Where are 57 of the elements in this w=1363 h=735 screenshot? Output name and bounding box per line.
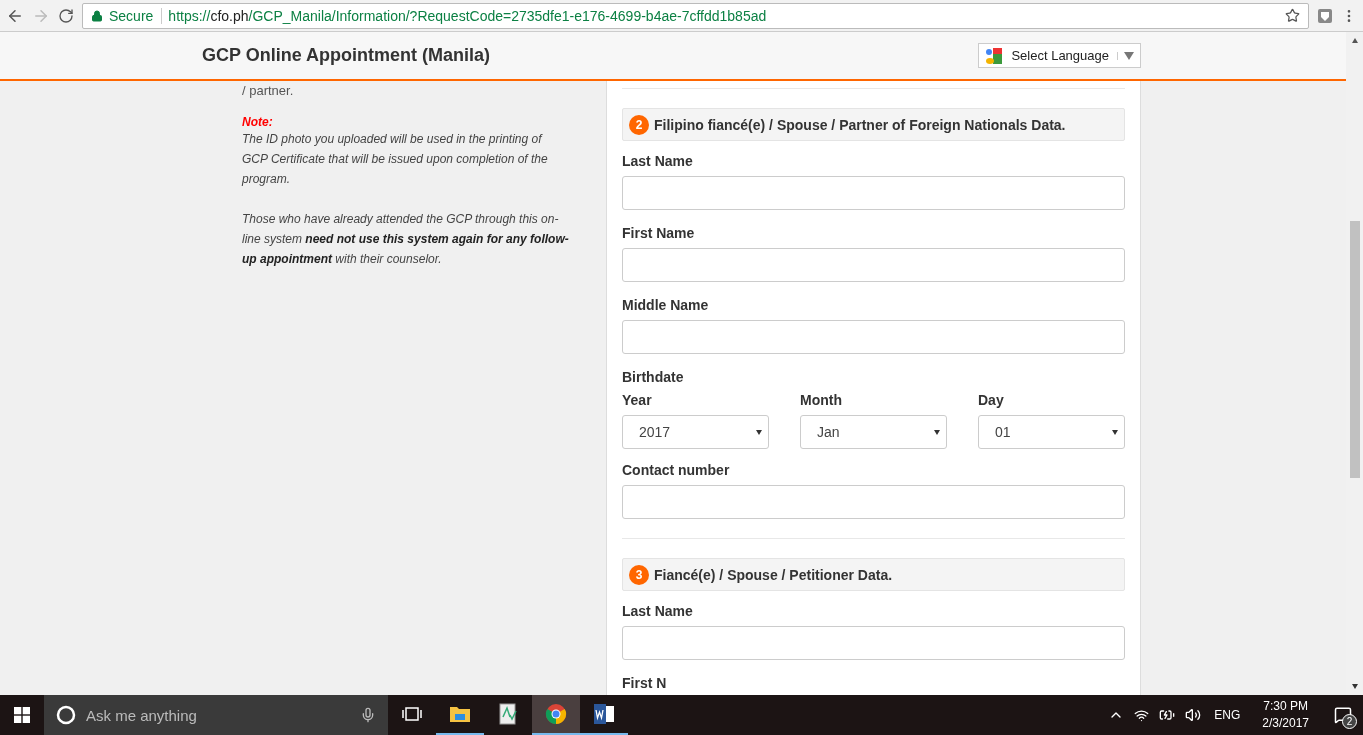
shield-extension-icon[interactable] — [1317, 7, 1333, 24]
section-title: Filipino fiancé(e) / Spouse / Partner of Foreign Nationals Data. — [654, 116, 1066, 133]
field-label: First N — [622, 675, 668, 691]
scrollbar[interactable] — [1346, 32, 1363, 695]
secure-label: Secure — [109, 7, 163, 24]
folder-icon — [449, 705, 471, 723]
bookmark-star-icon[interactable] — [1285, 8, 1300, 23]
note-label: Note: — [242, 115, 274, 129]
note-paragraph: The ID photo you uploaded will be used in the printing of GCP Certificate that will be issued upon completion of the program. — [242, 131, 549, 188]
task-view-icon — [402, 707, 422, 721]
field-label: Birthdate — [622, 369, 685, 385]
wifi-icon[interactable] — [1134, 707, 1150, 723]
field-label: Day — [978, 392, 1005, 408]
field-label: Last Name — [622, 153, 694, 169]
field-label: Year — [622, 392, 653, 408]
dropdown-select[interactable]: 01 — [978, 415, 1125, 449]
text-field[interactable] — [622, 176, 1125, 210]
field-label: Contact number — [622, 462, 731, 478]
field-label: Middle Name — [622, 297, 710, 313]
caret-icon — [934, 429, 940, 435]
volume-icon[interactable] — [1185, 707, 1202, 723]
notifications-button[interactable]: 2 — [1323, 695, 1363, 735]
chrome-icon — [545, 703, 567, 725]
text-field[interactable] — [622, 626, 1125, 660]
note-text: / partner. — [242, 83, 295, 98]
field-label: Last Name — [622, 603, 694, 619]
text-field[interactable] — [622, 320, 1125, 354]
section-number: 2 — [629, 114, 649, 135]
cortana-circle-icon — [56, 705, 76, 725]
field-label: Month — [800, 392, 843, 408]
dropdown-select[interactable]: 2017 — [622, 415, 769, 449]
caret-icon — [1124, 51, 1134, 60]
text-field[interactable] — [622, 485, 1125, 519]
language-select[interactable]: Select Language — [978, 43, 1141, 68]
text-field[interactable] — [622, 248, 1125, 282]
word-icon — [593, 703, 615, 725]
message-icon — [1334, 706, 1352, 724]
document-icon — [498, 703, 518, 725]
microphone-icon[interactable] — [360, 707, 376, 723]
input-language[interactable]: ENG — [1214, 708, 1241, 722]
field-label: First Name — [622, 225, 696, 241]
section-number: 3 — [629, 564, 649, 585]
reload-icon[interactable] — [58, 7, 74, 24]
caret-icon — [756, 429, 762, 435]
section-title: Fiancé(e) / Spouse / Petitioner Data. — [654, 566, 893, 583]
windows-logo-icon — [14, 707, 30, 723]
search-field[interactable]: Ask me anything — [84, 705, 352, 725]
clock[interactable]: 7:30 PM 2/3/2017 — [1262, 698, 1309, 732]
translate-logo-icon — [985, 46, 1004, 65]
address-bar[interactable]: Secure https://cfo.ph/GCP_Manila/Information/?RequestCode=2735dfe1-e176-4699-b4ae-7cffdd1b85ad — [82, 2, 1309, 29]
battery-icon[interactable] — [1159, 707, 1176, 723]
note-paragraph: Those who have already attended the GCP through this on-line system need not use this system again for any follow-up appointment with their counselor. — [242, 211, 570, 268]
caret-icon — [1112, 429, 1118, 435]
page-title: GCP Online Appointment (Manila) — [202, 45, 490, 66]
dropdown-select[interactable]: Jan — [800, 415, 947, 449]
url-text: https://cfo.ph/GCP_Manila/Information/?RequestCode=2735dfe1-e176-4699-b4ae-7cffdd1b85ad — [168, 7, 768, 24]
taskbar-search-box[interactable]: Ask me anything — [44, 695, 388, 735]
